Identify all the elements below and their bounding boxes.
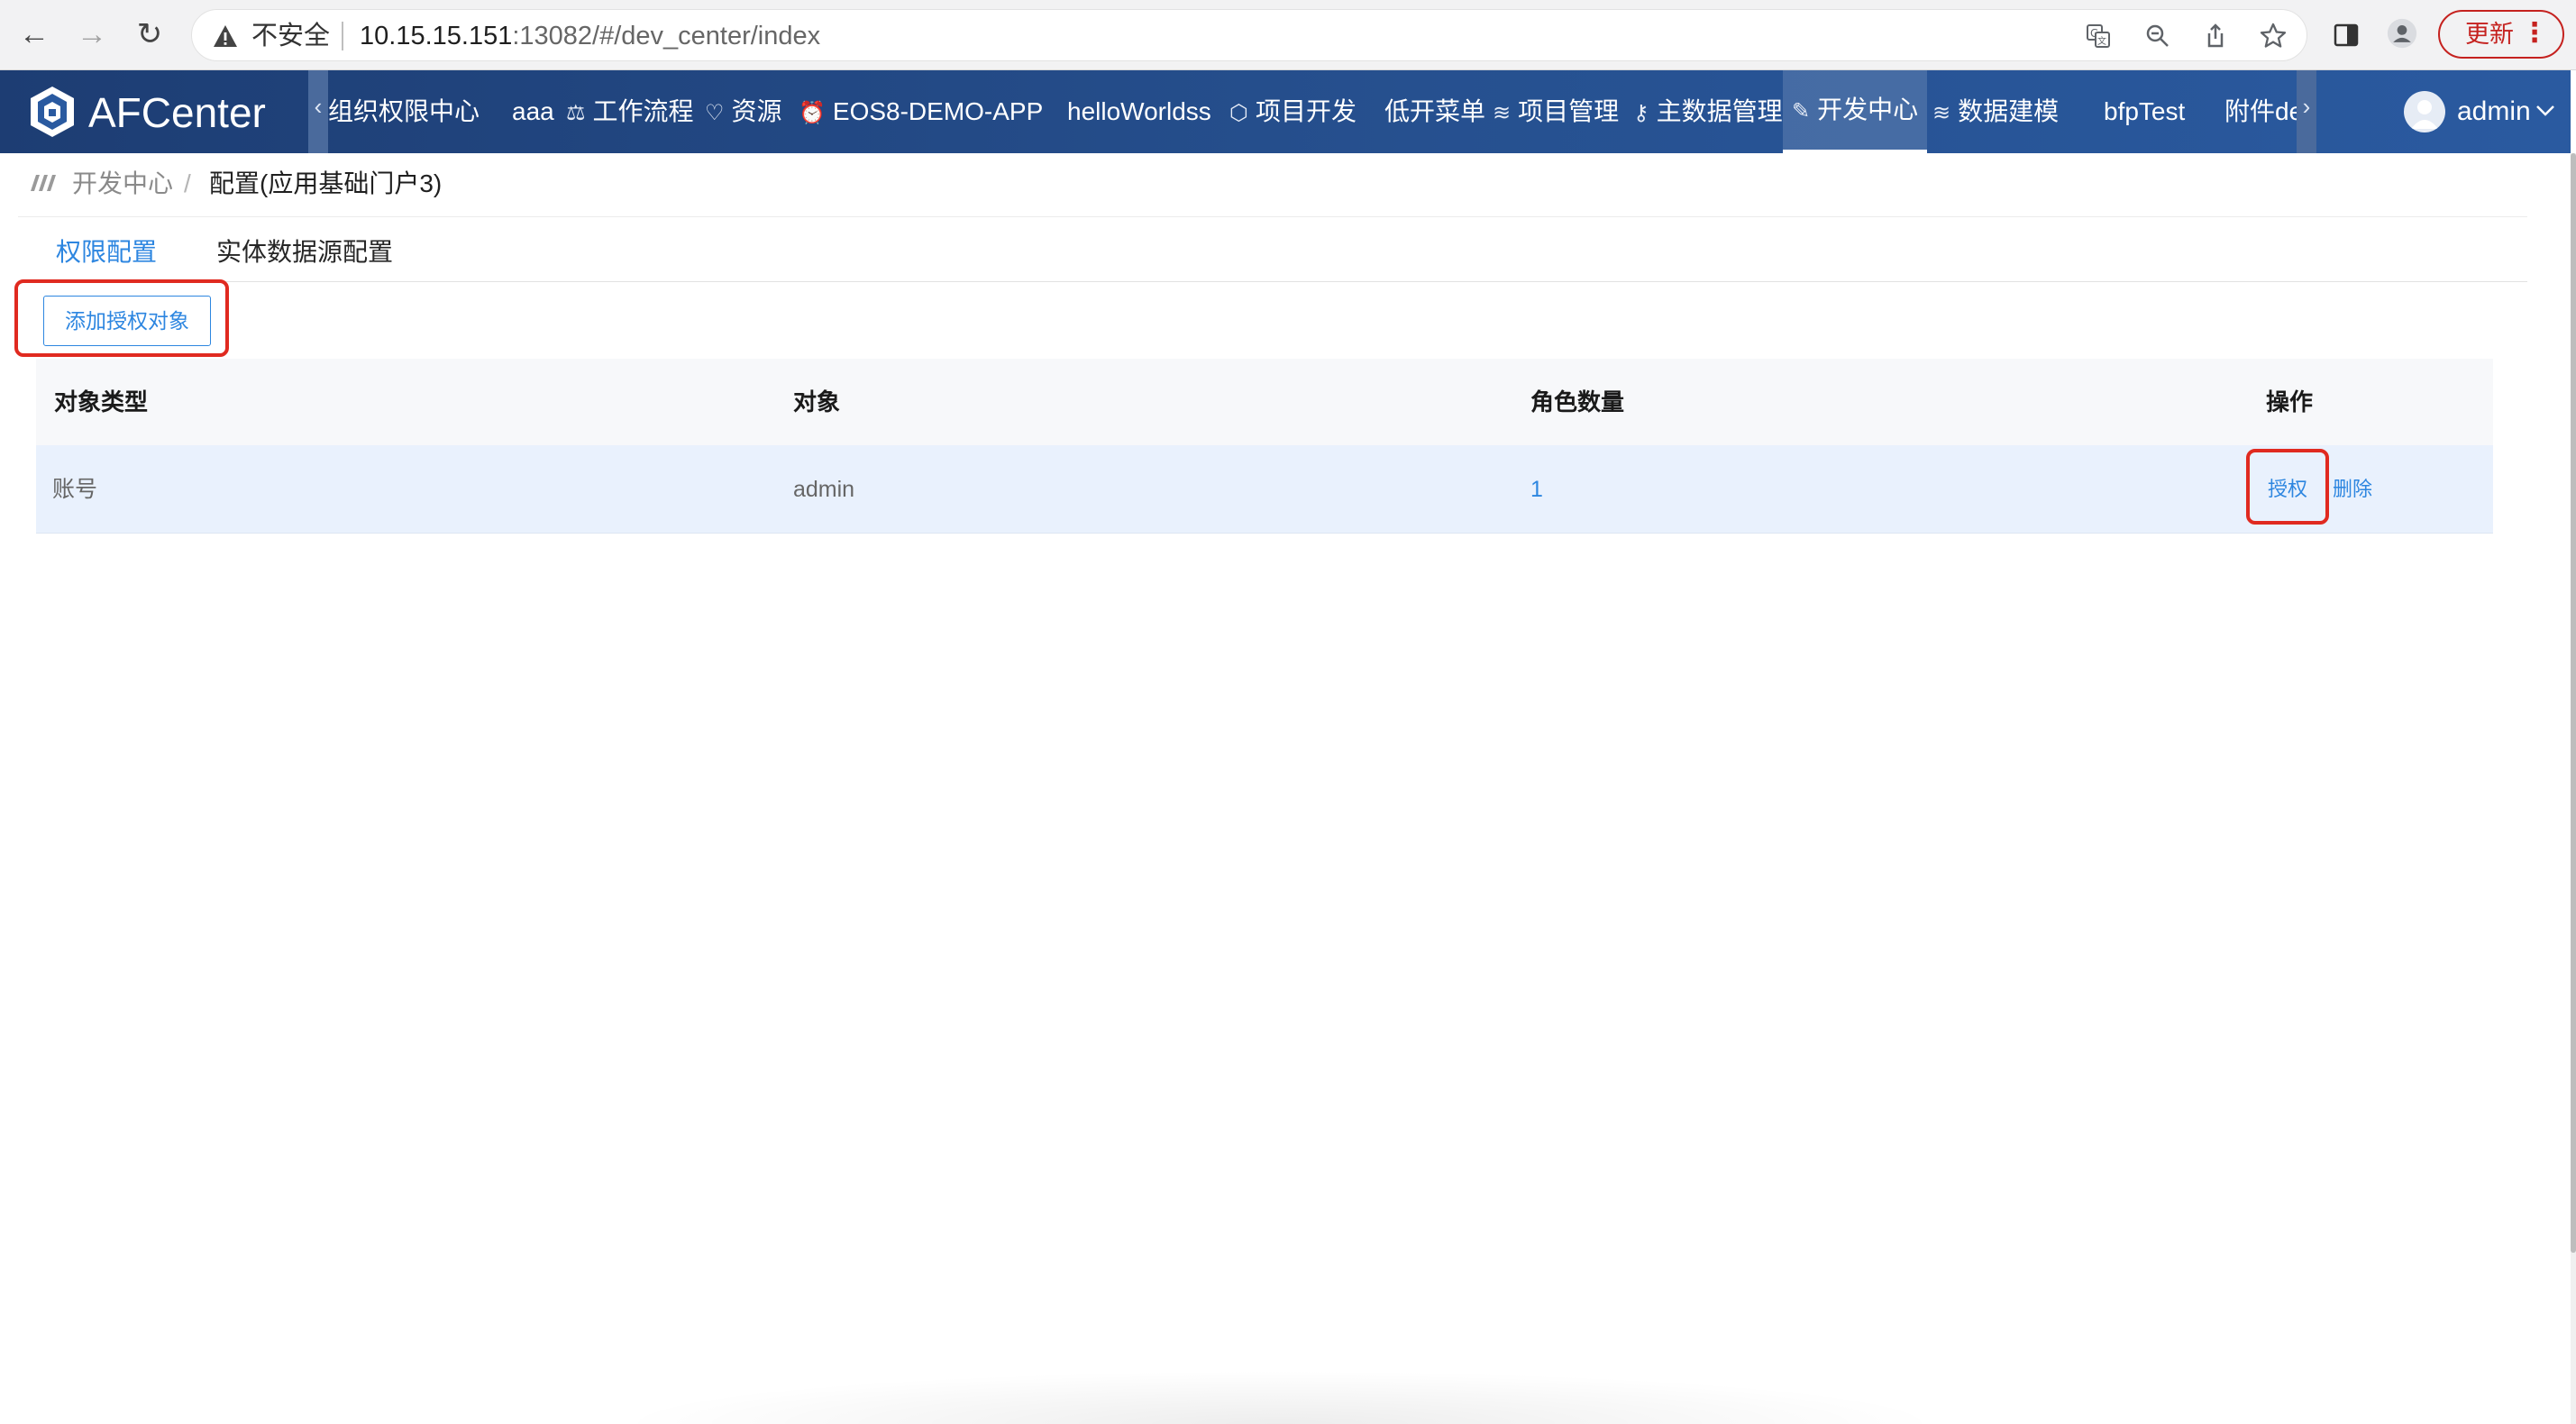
nav-scroll-right-button[interactable]: › — [2297, 70, 2316, 153]
column-header-actions: 操作 — [2266, 388, 2314, 415]
avatar[interactable] — [2404, 91, 2445, 132]
svg-text:文: 文 — [2097, 35, 2106, 47]
nav-item-project-dev[interactable]: ⬡ 项目开发 — [1229, 70, 1357, 153]
translate-icon[interactable]: G文 — [2083, 21, 2114, 51]
nav-item-bfptest[interactable]: bfpTest — [2104, 70, 2185, 153]
back-button[interactable]: ← — [14, 14, 54, 54]
page-scrollbar-thumb[interactable] — [2571, 153, 2576, 1253]
edit-icon: ✎ — [1792, 99, 1811, 123]
breadcrumb-separator: / — [184, 169, 191, 197]
nav-scroll-left-button[interactable]: ‹ — [308, 70, 328, 153]
browser-toolbar: ← → ↻ 不安全 10.15.15.151:13082/#/dev_cente… — [0, 0, 2576, 70]
reload-button[interactable]: ↻ — [130, 14, 169, 54]
layers-icon: ≋ — [1932, 101, 1951, 125]
profile-icon[interactable] — [2387, 18, 2417, 49]
nav-item-org-permission[interactable]: 组织权限中心 — [328, 70, 480, 153]
url-text[interactable]: 10.15.15.151:13082/#/dev_center/index — [360, 21, 820, 51]
address-separator — [342, 22, 343, 50]
side-panel-icon[interactable] — [2331, 20, 2361, 50]
scale-icon: ⚖ — [566, 101, 586, 125]
nav-item-attachment[interactable]: 附件de — [2224, 70, 2303, 153]
cell-object: admin — [793, 477, 855, 502]
tabs-divider — [18, 281, 2527, 282]
chevron-right-icon: › — [2302, 93, 2311, 120]
update-button[interactable]: 更新 ⋮ — [2438, 10, 2564, 59]
table-row[interactable]: 账号 admin 1 授权 删除 — [36, 445, 2493, 534]
nav-item-data-modeling[interactable]: ≋ 数据建模 — [1932, 70, 2059, 153]
breadcrumb-parent[interactable]: 开发中心 — [72, 166, 173, 202]
reload-icon: ↻ — [136, 17, 163, 51]
column-header-object: 对象 — [793, 388, 841, 415]
nav-item-resource[interactable]: ♡ 资源 — [705, 70, 782, 153]
brand-name[interactable]: AFCenter — [88, 88, 266, 137]
forward-icon: → — [77, 16, 107, 51]
highlight-box-add-button — [14, 279, 229, 357]
bottom-shadow — [613, 1370, 1947, 1424]
more-menu-icon: ⋮ — [2521, 18, 2548, 48]
afcenter-logo-icon — [31, 87, 74, 137]
key-icon: ⚷ — [1633, 101, 1649, 125]
nav-item-workflow[interactable]: ⚖ 工作流程 — [566, 70, 694, 153]
alarm-icon: ⏰ — [799, 101, 826, 125]
chevron-left-icon: ‹ — [314, 93, 323, 120]
nav-item-eos8-demo-app[interactable]: ⏰ EOS8-DEMO-APP — [799, 70, 1043, 153]
security-status[interactable]: 不安全 — [251, 21, 330, 51]
table-header: 对象类型 对象 角色数量 操作 — [36, 359, 2493, 445]
tab-entity-datasource-config[interactable]: 实体数据源配置 — [216, 234, 393, 270]
chevron-down-icon[interactable] — [2535, 99, 2556, 121]
cube-icon: ⬡ — [1229, 101, 1248, 125]
column-header-object-type: 对象类型 — [54, 388, 149, 415]
nav-item-aaa[interactable]: aaa — [512, 70, 554, 153]
forward-button[interactable]: → — [72, 14, 112, 54]
nav-item-master-data[interactable]: ⚷ 主数据管理 — [1633, 70, 1783, 153]
nav-item-dev-center[interactable]: ✎ 开发中心 — [1783, 70, 1928, 153]
nav-item-project-manage[interactable]: ≋ 项目管理 — [1493, 70, 1619, 153]
highlight-box-grant-button — [2246, 449, 2329, 525]
app-header: AFCenter ‹ 组织权限中心 aaa ⚖ 工作流程 ♡ 资源 ⏰ EOS8-DE… — [0, 70, 2571, 153]
top-nav: 组织权限中心 aaa ⚖ 工作流程 ♡ 资源 ⏰ EOS8-DEMO-APP hell… — [328, 70, 2316, 153]
breadcrumb-icon — [31, 175, 56, 191]
cell-object-type: 账号 — [52, 477, 98, 502]
back-icon: ← — [19, 16, 50, 51]
url-path: :13082/#/dev_center/index — [512, 22, 821, 50]
breadcrumb-current: 配置(应用基础门户3) — [209, 169, 443, 197]
update-label: 更新 — [2465, 21, 2514, 48]
column-header-role-count: 角色数量 — [1530, 388, 1625, 415]
bookmark-star-icon[interactable] — [2258, 21, 2288, 51]
nav-item-helloworldss[interactable]: helloWorldss — [1067, 70, 1211, 153]
nav-item-lowcode-menu[interactable]: 低开菜单 — [1384, 70, 1485, 153]
divider — [18, 216, 2527, 217]
layers-icon: ≋ — [1493, 101, 1512, 125]
tab-permission-config[interactable]: 权限配置 — [56, 234, 157, 270]
warning-icon — [214, 25, 237, 47]
delete-button[interactable]: 删除 — [2333, 445, 2372, 534]
address-bar[interactable]: 不安全 10.15.15.151:13082/#/dev_center/inde… — [191, 9, 2307, 61]
url-host: 10.15.15.151 — [360, 22, 513, 50]
user-name[interactable]: admin — [2457, 70, 2531, 153]
shield-heart-icon: ♡ — [705, 101, 725, 125]
share-icon[interactable] — [2200, 21, 2231, 51]
zoom-icon[interactable] — [2142, 21, 2173, 51]
cell-role-count-link[interactable]: 1 — [1530, 445, 1543, 534]
